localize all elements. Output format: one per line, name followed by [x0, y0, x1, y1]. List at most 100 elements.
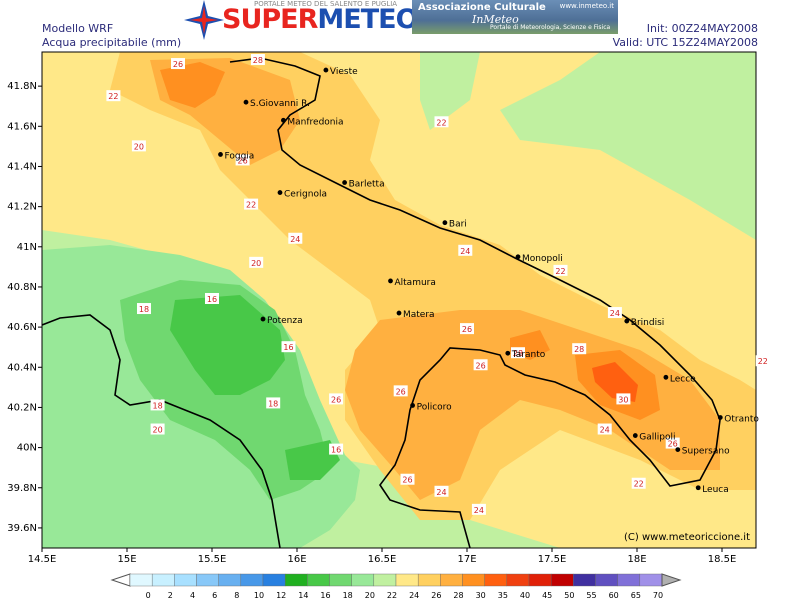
brand-part2: METEO: [317, 4, 418, 35]
supermeteo-logo: PORTALE METEO DEL SALENTO E PUGLIA SUPER…: [180, 0, 419, 40]
contour-label: 26: [173, 60, 183, 69]
color-legend: 0 2 4 6 8 10 12 14 16 18 20 22 24 26 28 30 35 40 45 50 55 60 6…: [110, 573, 682, 600]
city-label: Monopoli: [522, 254, 563, 264]
legend-swatch: [240, 573, 264, 587]
city-label: Supersano: [682, 447, 730, 457]
contour-label: 18: [139, 305, 149, 314]
city-dot: [675, 447, 681, 453]
legend-value: 16: [320, 591, 330, 600]
city-dot: [632, 433, 638, 438]
latitude-ticks: 41.8N 41.6N 41.4N 41.2N 41N 40.8N 40.6N 40.4N 40…: [7, 81, 42, 534]
city-dot: [624, 318, 630, 324]
contour-label: 20: [134, 142, 144, 151]
lon-tick-label: 16E: [287, 554, 306, 565]
lat-tick-label: 40.2N: [7, 402, 37, 413]
contour-label: 24: [460, 247, 470, 256]
legend-swatch: [395, 573, 419, 587]
contour-label: 18: [153, 401, 163, 410]
city-label: Leuca: [702, 485, 729, 495]
city-dot: [260, 316, 266, 322]
contour-label: 28: [574, 345, 584, 354]
city-label: Taranto: [511, 350, 546, 360]
city-label: Otranto: [724, 414, 759, 424]
compass-star-icon: [184, 0, 224, 40]
legend-value: 50: [564, 591, 574, 600]
city-dot: [218, 152, 223, 157]
city-label: Gallipoli: [639, 433, 675, 443]
city-label: Barletta: [349, 180, 385, 190]
contour-label: 24: [436, 488, 446, 497]
legend-swatch: [218, 573, 242, 587]
contour-label: 24: [474, 506, 484, 515]
lon-tick-label: 18E: [627, 554, 646, 565]
city-label: Potenza: [267, 316, 303, 326]
contour-label: 22: [634, 480, 644, 489]
city-label: Cerignola: [284, 190, 327, 200]
legend-swatch: [174, 573, 197, 587]
contour-label: 26: [462, 325, 472, 334]
legend-value: 10: [254, 591, 264, 600]
city-label: Foggia: [225, 151, 255, 161]
city-dot: [323, 67, 329, 73]
legend-swatch: [284, 573, 308, 587]
valid-time: Valid: UTC 15Z24MAY2008: [612, 36, 758, 49]
model-name: Modello WRF: [42, 22, 114, 35]
legend-swatch: [484, 573, 508, 587]
longitude-ticks: 14.5E 15E 15.5E 16E 16.5E 17E 17.5E 18E 18.5E: [28, 548, 737, 565]
contour-label: 24: [610, 309, 620, 318]
contour-label: 28: [253, 56, 263, 65]
lat-tick-label: 41.2N: [7, 202, 37, 213]
contour-label: 26: [476, 361, 486, 370]
header-left: Modello WRF Acqua precipitabile (mm): [42, 22, 181, 50]
init-time: Init: 00Z24MAY2008: [646, 22, 758, 35]
lon-tick-label: 18.5E: [708, 554, 737, 565]
lat-tick-label: 39.6N: [7, 523, 37, 534]
legend-swatch: [262, 573, 286, 587]
city-label: Manfredonia: [287, 117, 343, 127]
legend-swatch: [373, 573, 397, 587]
lat-tick-label: 41.8N: [7, 81, 37, 92]
lat-tick-label: 41.6N: [7, 121, 37, 132]
city-label: Brindisi: [631, 318, 664, 328]
lon-tick-label: 15E: [117, 554, 136, 565]
city-label: Altamura: [395, 278, 436, 288]
legend-arrow-right: [661, 573, 682, 587]
legend-swatch: [462, 573, 485, 587]
city-dot: [410, 403, 415, 408]
legend-value: 6: [212, 591, 217, 600]
legend-value: 8: [234, 591, 239, 600]
city-dot: [243, 99, 249, 105]
city-label: S.Giovanni R.: [250, 99, 310, 109]
header-right: Init: 00Z24MAY2008 Valid: UTC 15Z24MAY20…: [613, 22, 758, 50]
weather-map: 14.5E 15E 15.5E 16E 16.5E 17E 17.5E 18E 18.5E 41…: [7, 51, 770, 600]
lon-tick-label: 14.5E: [28, 554, 57, 565]
contour-label: 22: [108, 92, 118, 101]
contour-label: 26: [331, 395, 341, 404]
city-label: Bari: [449, 220, 467, 230]
lon-tick-label: 16.5E: [368, 554, 397, 565]
contour-label: 20: [153, 426, 163, 435]
legend-swatch: [196, 573, 219, 587]
legend-value: 35: [498, 591, 508, 600]
brand-wordmark: SUPERMETEO: [222, 4, 419, 35]
contour-label: 26: [396, 387, 406, 396]
lat-tick-label: 41N: [17, 242, 37, 253]
legend-value: 70: [653, 591, 663, 600]
assoc-url: www.inmeteo.it: [559, 2, 614, 10]
legend-value: 26: [431, 591, 441, 600]
legend-value: 45: [542, 591, 552, 600]
lon-tick-label: 17E: [457, 554, 476, 565]
city-dot: [717, 415, 723, 420]
contour-label: 24: [290, 235, 300, 244]
legend-value: 20: [365, 591, 375, 600]
variable-name: Acqua precipitabile (mm): [42, 36, 182, 49]
legend-swatch: [440, 573, 463, 587]
legend-swatch: [639, 573, 663, 587]
legend-value: 28: [453, 591, 463, 600]
contour-label: 16: [331, 446, 341, 455]
contour-label: 18: [268, 399, 278, 408]
legend-swatch: [573, 573, 596, 587]
contour-label: 22: [555, 267, 565, 276]
contour-label: 26: [402, 476, 412, 485]
legend-value: 55: [586, 591, 596, 600]
